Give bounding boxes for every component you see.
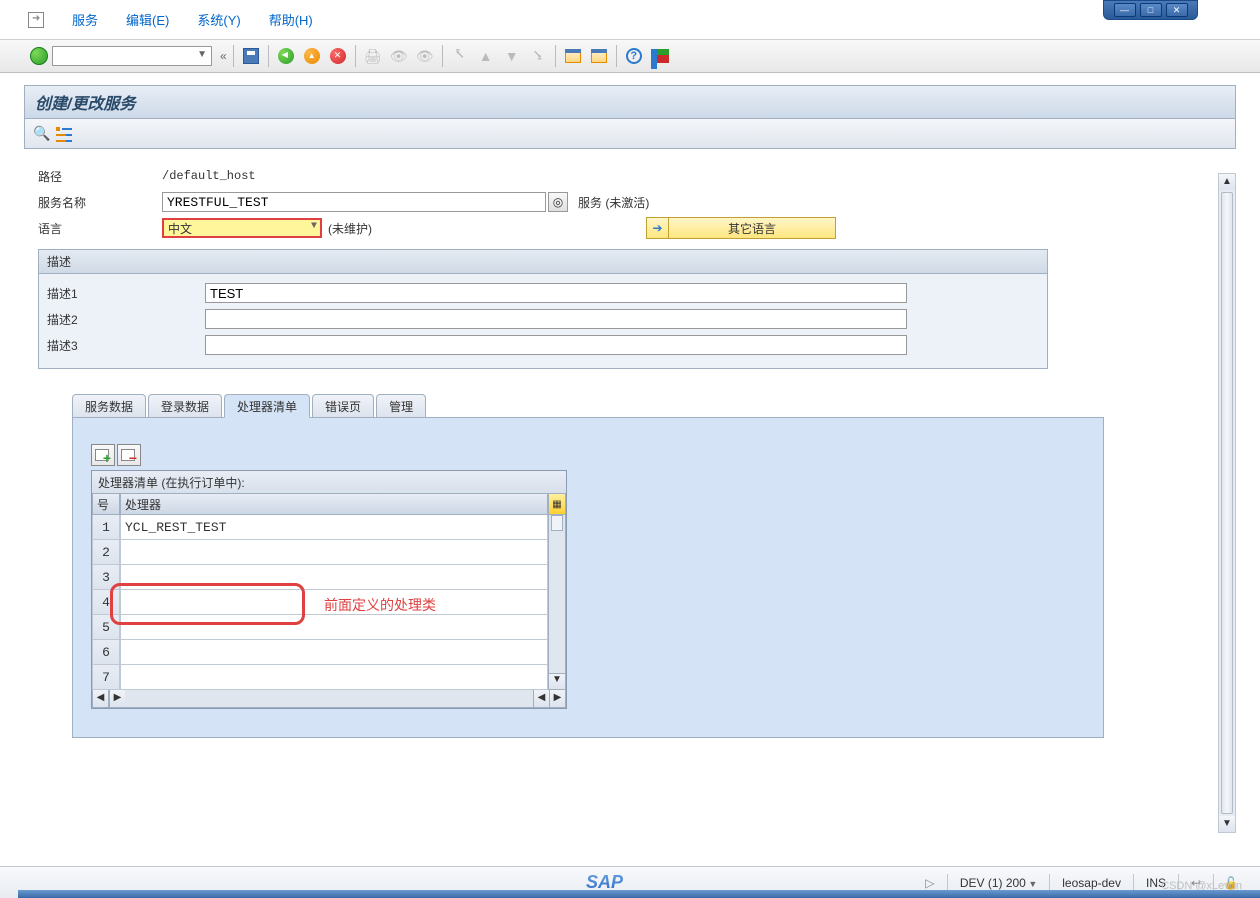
tab-content-handler-list: 处理器清单 (在执行订单中): 号1234567 处理器YCL_REST_TES…: [72, 417, 1104, 738]
desc3-input[interactable]: [205, 335, 907, 355]
service-status-text: 服务 (未激活): [578, 194, 649, 211]
glasses-icon[interactable]: 🔍: [33, 125, 50, 142]
desc3-label: 描述3: [47, 337, 205, 354]
find-button: 👁: [388, 45, 410, 67]
window-controls: — □ ✕: [1103, 0, 1198, 20]
toolbar: « 🖨 👁 👁 ⭶ ▲ ▼ ⭸ ?: [0, 40, 1260, 73]
f4-help-button[interactable]: ◎: [548, 192, 568, 212]
language-dropdown[interactable]: 中文: [162, 218, 322, 238]
add-row-button[interactable]: [91, 444, 115, 466]
desc2-input[interactable]: [205, 309, 907, 329]
language-value: 中文: [168, 223, 192, 237]
tab-2[interactable]: 处理器清单: [224, 394, 310, 418]
save-icon: [243, 48, 259, 64]
menu-edit[interactable]: 编辑(E): [126, 10, 169, 29]
row-proc-1[interactable]: [120, 540, 548, 565]
tree-icon[interactable]: [56, 127, 72, 141]
other-languages-label: 其它语言: [669, 220, 835, 237]
layout-button[interactable]: [649, 45, 671, 67]
status-nav-icon[interactable]: ▷: [921, 875, 939, 891]
new-session-icon: [565, 49, 581, 63]
app-toolbar: 🔍: [24, 119, 1236, 149]
table-scrollbar-h[interactable]: ◀▶ ◀▶: [92, 690, 566, 708]
other-languages-button[interactable]: ➔ 其它语言: [646, 217, 836, 239]
language-note: (未维护): [328, 220, 372, 237]
exit-button[interactable]: [301, 45, 323, 67]
arrow-right-icon: ➔: [647, 218, 669, 238]
print-button: 🖨: [362, 45, 384, 67]
row-num-2[interactable]: 3: [92, 565, 120, 590]
status-host: leosap-dev: [1058, 876, 1125, 890]
menubar: 服务 编辑(E) 系统(Y) 帮助(H): [0, 0, 1260, 40]
last-page-button: ⭸: [527, 45, 549, 67]
next-page-button: ▼: [501, 45, 523, 67]
desc1-input[interactable]: [205, 283, 907, 303]
row-proc-6[interactable]: [120, 665, 548, 690]
annotation-text: 前面定义的处理类: [324, 595, 436, 615]
layout-icon: [651, 49, 669, 63]
exit-icon: [304, 48, 320, 64]
maximize-button[interactable]: □: [1140, 3, 1162, 17]
row-num-3[interactable]: 4: [92, 590, 120, 615]
menu-service[interactable]: 服务: [72, 10, 98, 29]
main-scrollbar[interactable]: ▲▼: [1218, 173, 1236, 833]
table-config-button[interactable]: ▦: [548, 493, 566, 515]
bottom-accent-bar: [18, 890, 1260, 898]
row-num-5[interactable]: 6: [92, 640, 120, 665]
command-field[interactable]: [52, 46, 212, 66]
desc1-label: 描述1: [47, 285, 205, 302]
language-label: 语言: [38, 220, 162, 237]
description-group-title: 描述: [39, 250, 1047, 274]
service-name-label: 服务名称: [38, 194, 162, 211]
first-page-button: ⭶: [449, 45, 471, 67]
row-proc-4[interactable]: [120, 615, 548, 640]
shortcut-icon: [591, 49, 607, 63]
cancel-button[interactable]: [327, 45, 349, 67]
path-label: 路径: [38, 168, 162, 185]
enter-icon[interactable]: [30, 47, 48, 65]
help-button[interactable]: ?: [623, 45, 645, 67]
menu-system[interactable]: 系统(Y): [197, 10, 240, 29]
description-group: 描述 描述1 描述2 描述3: [38, 249, 1048, 369]
status-system[interactable]: DEV (1) 200: [956, 876, 1041, 890]
row-proc-0[interactable]: YCL_REST_TEST: [120, 515, 548, 540]
handler-table-title: 处理器清单 (在执行订单中):: [92, 471, 566, 493]
back-button[interactable]: [275, 45, 297, 67]
prev-page-button: ▲: [475, 45, 497, 67]
minimize-button[interactable]: —: [1114, 3, 1136, 17]
delete-row-button[interactable]: [117, 444, 141, 466]
table-scrollbar-v[interactable]: ▼: [548, 515, 566, 690]
tab-0[interactable]: 服务数据: [72, 394, 146, 418]
row-num-1[interactable]: 2: [92, 540, 120, 565]
row-proc-2[interactable]: [120, 565, 548, 590]
new-session-button[interactable]: [562, 45, 584, 67]
app-icon[interactable]: [28, 12, 44, 28]
th-num[interactable]: 号: [92, 493, 120, 515]
cancel-icon: [330, 48, 346, 64]
back-icon: [278, 48, 294, 64]
service-name-input[interactable]: [162, 192, 546, 212]
menu-help[interactable]: 帮助(H): [269, 10, 313, 29]
row-num-4[interactable]: 5: [92, 615, 120, 640]
page-title: 创建/更改服务: [24, 85, 1236, 119]
th-proc[interactable]: 处理器: [120, 493, 548, 515]
row-num-6[interactable]: 7: [92, 665, 120, 690]
tab-4[interactable]: 管理: [376, 394, 426, 418]
collapse-icon[interactable]: «: [220, 49, 227, 63]
handler-table: 处理器清单 (在执行订单中): 号1234567 处理器YCL_REST_TES…: [91, 470, 567, 709]
close-window-button[interactable]: ✕: [1166, 3, 1188, 17]
shortcut-button[interactable]: [588, 45, 610, 67]
find-next-button: 👁: [414, 45, 436, 67]
row-num-0[interactable]: 1: [92, 515, 120, 540]
save-button[interactable]: [240, 45, 262, 67]
help-icon: ?: [626, 48, 642, 64]
path-value: /default_host: [162, 169, 256, 183]
tab-3[interactable]: 错误页: [312, 394, 374, 418]
tab-1[interactable]: 登录数据: [148, 394, 222, 418]
tabstrip: 服务数据登录数据处理器清单错误页管理 处理器清单 (在执行订单中): 号1234…: [72, 393, 1104, 738]
row-proc-5[interactable]: [120, 640, 548, 665]
desc2-label: 描述2: [47, 311, 205, 328]
